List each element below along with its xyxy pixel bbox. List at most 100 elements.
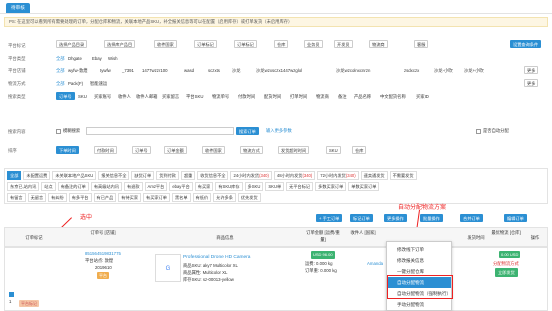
sort-btn[interactable]: 仓库 bbox=[352, 146, 367, 154]
filter-btn[interactable]: 收件国家 bbox=[154, 40, 177, 48]
status-filter-btn[interactable]: 货到付款 bbox=[156, 171, 179, 180]
logistics-item[interactable]: 智能速运 bbox=[90, 80, 107, 88]
platform-ebay[interactable]: Ebay bbox=[92, 55, 102, 63]
platform-dhgate[interactable]: Dhgate bbox=[68, 55, 82, 63]
product-image[interactable]: G bbox=[155, 254, 181, 282]
filter-btn[interactable]: 开发员 bbox=[334, 40, 353, 48]
status-filter-btn[interactable]: 48小时内发货(340) bbox=[273, 171, 316, 180]
search-type[interactable]: 买家账号 bbox=[94, 93, 111, 101]
filter-btn[interactable]: 物流商 bbox=[369, 40, 388, 48]
search-type[interactable]: 付款时间 bbox=[238, 93, 255, 101]
status-filter-btn[interactable]: 站点 bbox=[41, 182, 56, 191]
status-filter-btn[interactable]: 优先发货 bbox=[237, 193, 261, 202]
store-item[interactable]: 沙龙-小吹 bbox=[434, 67, 453, 75]
mark-order-button[interactable]: 标记订单 bbox=[350, 214, 373, 222]
sort-btn[interactable]: 收件国家 bbox=[202, 146, 225, 154]
status-filter-btn[interactable]: 缺货订单 bbox=[131, 171, 155, 180]
store-item[interactable]: 1477wzzr100 bbox=[142, 67, 168, 75]
search-type[interactable]: 中文配货名称 bbox=[380, 93, 406, 101]
store-item[interactable]: _7391 bbox=[122, 67, 134, 75]
store-item[interactable]: 沙龙+小吹 bbox=[464, 67, 484, 75]
filter-btn[interactable]: 选择产品目录 bbox=[56, 40, 88, 48]
sort-btn[interactable]: 订单号 bbox=[132, 146, 151, 154]
status-filter-btn[interactable]: 东京已,站内讯 bbox=[7, 182, 40, 191]
store-item[interactable]: wyfw-敦煌 bbox=[68, 67, 88, 75]
status-filter-btn[interactable]: 有已产品 bbox=[93, 193, 117, 202]
store-item[interactable]: 沙龙wzcolnxcnrzn bbox=[336, 67, 370, 75]
status-filter-btn[interactable]: 24小时内发货(340) bbox=[230, 171, 272, 180]
store-item[interactable]: sczxts bbox=[208, 67, 220, 75]
merge-order-button[interactable]: 合并订单 bbox=[460, 214, 483, 222]
row-checkbox[interactable] bbox=[9, 292, 14, 297]
search-type[interactable]: 产品名称 bbox=[354, 93, 371, 101]
search-type[interactable]: 物流商 bbox=[316, 93, 329, 101]
filter-btn[interactable]: 仓库 bbox=[274, 40, 289, 48]
more-logistics-button[interactable]: 更多 bbox=[524, 79, 539, 87]
search-type[interactable]: 买家ID bbox=[416, 93, 429, 101]
platform-wish[interactable]: Wish bbox=[108, 55, 118, 63]
status-filter-btn[interactable]: 黑名单 bbox=[171, 193, 191, 202]
status-filter-btn[interactable]: 不需要发货 bbox=[389, 171, 417, 180]
filter-btn[interactable]: 客服 bbox=[414, 40, 429, 48]
auto-alloc-checkbox[interactable] bbox=[476, 129, 481, 134]
store-item[interactable]: 沙龙 bbox=[232, 67, 241, 75]
filter-btn[interactable]: 选择库产品目 bbox=[104, 40, 136, 48]
status-filter-btn[interactable]: 多数买家订单 bbox=[315, 182, 347, 191]
filter-btn[interactable]: 订单标记 bbox=[234, 40, 257, 48]
status-filter-btn[interactable]: 有纠纷 bbox=[48, 193, 67, 202]
search-type[interactable]: 买家留言 bbox=[162, 93, 179, 101]
batch-ops-button[interactable]: 批量操作 bbox=[420, 214, 443, 222]
more-conditions-link[interactable]: 输入更多参数 bbox=[266, 127, 292, 135]
set-query-button[interactable]: 设置查询条件 bbox=[510, 40, 542, 48]
fuzzy-checkbox[interactable] bbox=[56, 129, 61, 134]
status-filter-btn[interactable]: 有低价 bbox=[192, 193, 212, 202]
status-filter-btn[interactable]: 报关信息不全 bbox=[98, 171, 130, 180]
search-type[interactable]: 备注 bbox=[338, 93, 347, 101]
search-orders-button[interactable]: 搜索订单 bbox=[236, 127, 259, 135]
status-filter-btn[interactable]: SKU单 bbox=[265, 182, 285, 191]
status-filter-btn[interactable]: 单数买家订单 bbox=[348, 182, 380, 191]
status-filter-btn[interactable]: 有高级站内讯 bbox=[90, 182, 122, 191]
status-filter-btn[interactable]: 有多平台 bbox=[68, 193, 92, 202]
search-type[interactable]: 收件人邮箱 bbox=[136, 93, 157, 101]
filter-btn[interactable]: 业务员 bbox=[304, 40, 323, 48]
manual-order-button[interactable]: + 手工订单 bbox=[316, 214, 343, 222]
menu-item[interactable]: 修改线下订单 bbox=[387, 244, 451, 255]
store-item[interactable]: tywfw bbox=[100, 67, 111, 75]
store-item[interactable]: zsdxczx bbox=[404, 67, 419, 75]
status-filter-btn[interactable]: 速卖通发货 bbox=[360, 171, 388, 180]
status-filter-btn[interactable]: 有买家 bbox=[194, 182, 214, 191]
status-filter-btn[interactable]: 超重 bbox=[180, 171, 196, 180]
filter-btn[interactable]: 订单标记 bbox=[194, 40, 217, 48]
status-filter-btn[interactable]: 无留言 bbox=[27, 193, 47, 202]
logistics-item[interactable]: Pack(F) bbox=[68, 80, 83, 88]
status-filter-btn[interactable]: 有待买家 bbox=[118, 193, 142, 202]
search-type[interactable]: 平台SKU bbox=[186, 93, 203, 101]
store-item[interactable]: wasd bbox=[184, 67, 194, 75]
sort-btn[interactable]: 物流方式 bbox=[240, 146, 263, 154]
store-all[interactable]: 全部 bbox=[56, 67, 65, 75]
sort-btn[interactable]: 订单金额 bbox=[164, 146, 187, 154]
sort-btn[interactable]: 下单时间 bbox=[56, 146, 79, 154]
status-filter-btn[interactable]: 全部 bbox=[7, 171, 22, 180]
sort-btn[interactable]: 发货超时时间 bbox=[278, 146, 310, 154]
search-type[interactable]: 配货时间 bbox=[264, 93, 281, 101]
status-filter-btn[interactable]: ebay平台 bbox=[169, 182, 193, 191]
search-type[interactable]: 打单时间 bbox=[290, 93, 307, 101]
edit-order-button[interactable]: 编辑订单 bbox=[504, 214, 527, 222]
search-type[interactable]: SKU bbox=[78, 93, 87, 101]
tab-pending-review[interactable]: 待审核 bbox=[6, 3, 30, 13]
table-row[interactable]: 1 平台标记 851564519831775 平台站点: 敦煌 2019610 … bbox=[4, 247, 548, 311]
status-filter-btn[interactable]: 有买家订单 bbox=[143, 193, 170, 202]
menu-item[interactable]: 手动分配物流 bbox=[387, 299, 451, 310]
status-filter-btn[interactable]: 有退款 bbox=[123, 182, 143, 191]
status-filter-btn[interactable]: 有备注的订单 bbox=[57, 182, 89, 191]
status-filter-btn[interactable]: Amz平台 bbox=[144, 182, 168, 191]
logistics-all[interactable]: 全部 bbox=[56, 80, 65, 88]
status-filter-btn[interactable]: 未配置运费 bbox=[23, 171, 51, 180]
sort-btn[interactable]: 付款时间 bbox=[94, 146, 117, 154]
order-tag[interactable]: 平台标记 bbox=[19, 300, 39, 307]
more-actions-button[interactable]: 更多操作 bbox=[384, 214, 407, 222]
status-filter-btn[interactable]: 收货信息不全 bbox=[197, 171, 229, 180]
status-filter-btn[interactable]: 无平台标记 bbox=[286, 182, 314, 191]
